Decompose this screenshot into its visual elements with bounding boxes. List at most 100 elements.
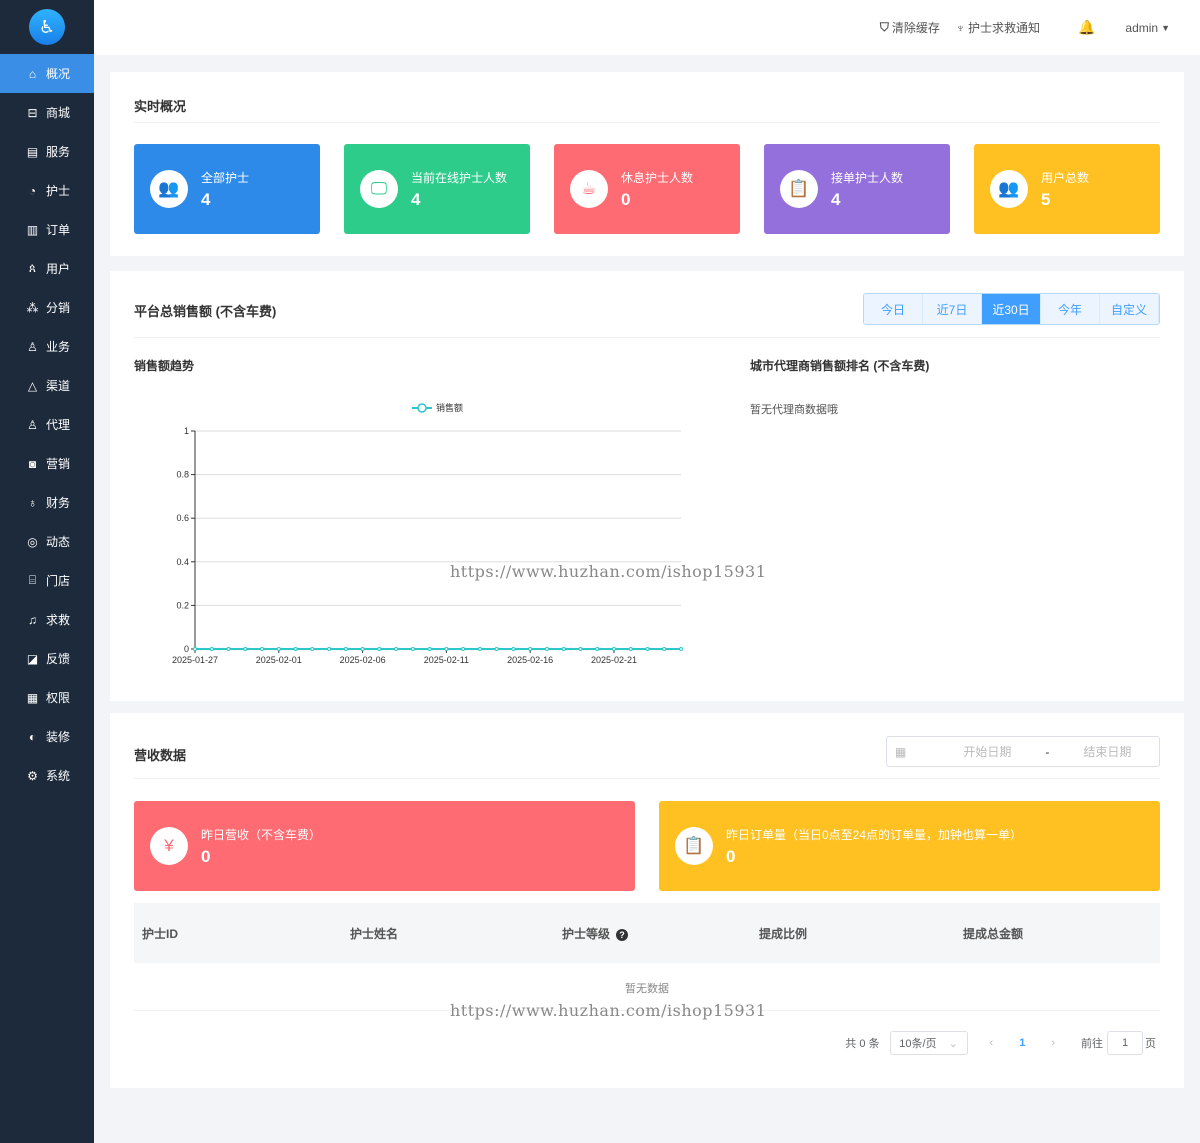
sidebar-item-8[interactable]: △ 渠道 [0, 366, 94, 405]
help-icon[interactable]: ? [616, 928, 629, 941]
data-point[interactable] [578, 647, 583, 651]
dashboard-icon: ◔ [28, 183, 37, 198]
stat-card: ¥ 昨日营收（不含车费） 0 [134, 801, 635, 891]
tab-range-1[interactable]: 近7日 [923, 294, 982, 324]
data-point[interactable] [461, 647, 466, 651]
sidebar-item-label: 分销 [46, 301, 71, 315]
data-point[interactable] [494, 647, 499, 651]
sidebar-item-label: 财务 [46, 496, 71, 510]
data-point[interactable] [226, 647, 231, 651]
share-icon: ⁂ [26, 300, 39, 315]
column-label: 护士姓名 [350, 926, 399, 941]
sidebar-item-7[interactable]: ♙ 业务 [0, 327, 94, 366]
data-point[interactable] [561, 647, 566, 651]
sidebar-item-17[interactable]: ◐ 装修 [0, 717, 94, 756]
data-point[interactable] [377, 647, 382, 651]
revenue-panel: 营收数据 ▦ 开始日期 - 结束日期 ¥ 昨日营收（不含车费） 0 📋 昨日订单量（当日… [110, 713, 1184, 1088]
x-tick-label: 2025-02-01 [256, 655, 302, 665]
brush-icon: ◐ [28, 729, 37, 744]
data-point[interactable] [410, 647, 415, 651]
sidebar-item-0[interactable]: ⌂ 概况 [0, 54, 94, 93]
user-menu[interactable]: admin ▼ [1125, 21, 1170, 35]
tab-range-0[interactable]: 今日 [864, 294, 923, 324]
data-point[interactable] [511, 647, 516, 651]
stat-label: 休息护士人数 [621, 170, 694, 185]
page-size-select[interactable]: 10条/页 ⌄ [889, 1031, 968, 1055]
stat-card: 👥 全部护士 4 [134, 144, 320, 234]
sidebar-item-label: 营销 [46, 457, 71, 471]
tab-range-4[interactable]: 自定义 [1100, 294, 1159, 324]
data-point[interactable] [209, 647, 214, 651]
data-point[interactable] [645, 647, 650, 651]
data-point[interactable] [193, 647, 197, 651]
sidebar-item-12[interactable]: ◎ 动态 [0, 522, 94, 561]
logo[interactable]: ♿ [0, 0, 94, 54]
sidebar-item-13[interactable]: ⌸ 门店 [0, 561, 94, 600]
data-point[interactable] [528, 647, 533, 651]
pagination: 共 0 条 10条/页 ⌄ ‹ 1 › 前往 1 页 [845, 1031, 1156, 1055]
stat-value: 4 [201, 189, 211, 209]
sidebar-item-16[interactable]: ▦ 权限 [0, 678, 94, 717]
page-1[interactable]: 1 [1019, 1037, 1025, 1049]
data-point[interactable] [444, 647, 449, 651]
sidebar-item-10[interactable]: ◙ 营销 [0, 444, 94, 483]
trend-title: 销售额趋势 [134, 359, 195, 373]
sidebar-item-5[interactable]: ጰ 用户 [0, 249, 94, 288]
date-range-picker[interactable]: ▦ 开始日期 - 结束日期 [886, 736, 1160, 767]
data-point[interactable] [293, 647, 298, 651]
start-date-input[interactable]: 开始日期 [942, 743, 1032, 760]
column-header: 护士等级? [554, 903, 751, 963]
data-point[interactable] [427, 647, 432, 651]
page-size-value: 10条/页 [899, 1038, 937, 1050]
stat-card: 📋 昨日订单量（当日0点至24点的订单量，加钟也算一单） 0 [659, 801, 1160, 891]
sidebar-item-9[interactable]: ♙ 代理 [0, 405, 94, 444]
sidebar-item-15[interactable]: ◪ 反馈 [0, 639, 94, 678]
sidebar-item-3[interactable]: ◔ 护士 [0, 171, 94, 210]
stat-value: 0 [621, 189, 631, 209]
data-point[interactable] [477, 647, 482, 651]
data-point[interactable] [628, 647, 633, 651]
sidebar-item-18[interactable]: ⚙ 系统 [0, 756, 94, 795]
bell-icon: ♫ [28, 612, 37, 627]
data-point[interactable] [327, 647, 332, 651]
legend-label: 销售额 [436, 402, 463, 413]
data-point[interactable] [662, 647, 667, 651]
tab-range-2[interactable]: 近30日 [982, 294, 1041, 324]
stat-label: 当前在线护士人数 [411, 170, 508, 185]
data-point[interactable] [276, 647, 281, 651]
prev-page-icon[interactable]: ‹ [990, 1037, 994, 1049]
sidebar-item-2[interactable]: ▤ 服务 [0, 132, 94, 171]
data-point[interactable] [595, 647, 600, 651]
data-point[interactable] [394, 647, 399, 651]
sidebar-item-11[interactable]: ♁ 财务 [0, 483, 94, 522]
page-unit: 页 [1145, 1038, 1156, 1050]
data-point[interactable] [343, 647, 348, 651]
sidebar-item-label: 护士 [46, 184, 71, 198]
x-tick-label: 2025-02-21 [591, 655, 637, 665]
data-point[interactable] [310, 647, 315, 651]
x-tick-label: 2025-02-11 [424, 655, 469, 665]
bell-icon[interactable]: 🔔 [1078, 19, 1095, 36]
sidebar-item-label: 用户 [46, 262, 71, 276]
sidebar-item-4[interactable]: ▥ 订单 [0, 210, 94, 249]
chevron-down-icon: ⌄ [948, 1037, 958, 1050]
data-point[interactable] [544, 647, 549, 651]
tab-range-3[interactable]: 今年 [1041, 294, 1100, 324]
end-date-input[interactable]: 结束日期 [1062, 743, 1152, 760]
stat-icon: 📋 [780, 170, 818, 208]
stat-label: 接单护士人数 [831, 170, 904, 185]
rescue-notice-button[interactable]: ♆ 护士求救通知 [956, 19, 1040, 36]
clear-cache-button[interactable]: ⛉ 清除缓存 [880, 19, 940, 36]
data-point[interactable] [360, 647, 365, 651]
next-page-icon[interactable]: › [1051, 1037, 1055, 1049]
data-point[interactable] [679, 647, 683, 651]
sidebar-item-1[interactable]: ⊟ 商城 [0, 93, 94, 132]
sales-trend-chart: 销售额 0 0.2 0.4 0.6 0.8 1 2025-01-27 2025-02-01 202… [172, 402, 683, 665]
data-point[interactable] [243, 647, 248, 651]
stat-value: 5 [1041, 189, 1051, 209]
data-point[interactable] [611, 647, 616, 651]
data-point[interactable] [260, 647, 265, 651]
sidebar-item-14[interactable]: ♫ 求救 [0, 600, 94, 639]
sidebar-item-6[interactable]: ⁂ 分销 [0, 288, 94, 327]
goto-page-input[interactable]: 1 [1107, 1031, 1143, 1055]
